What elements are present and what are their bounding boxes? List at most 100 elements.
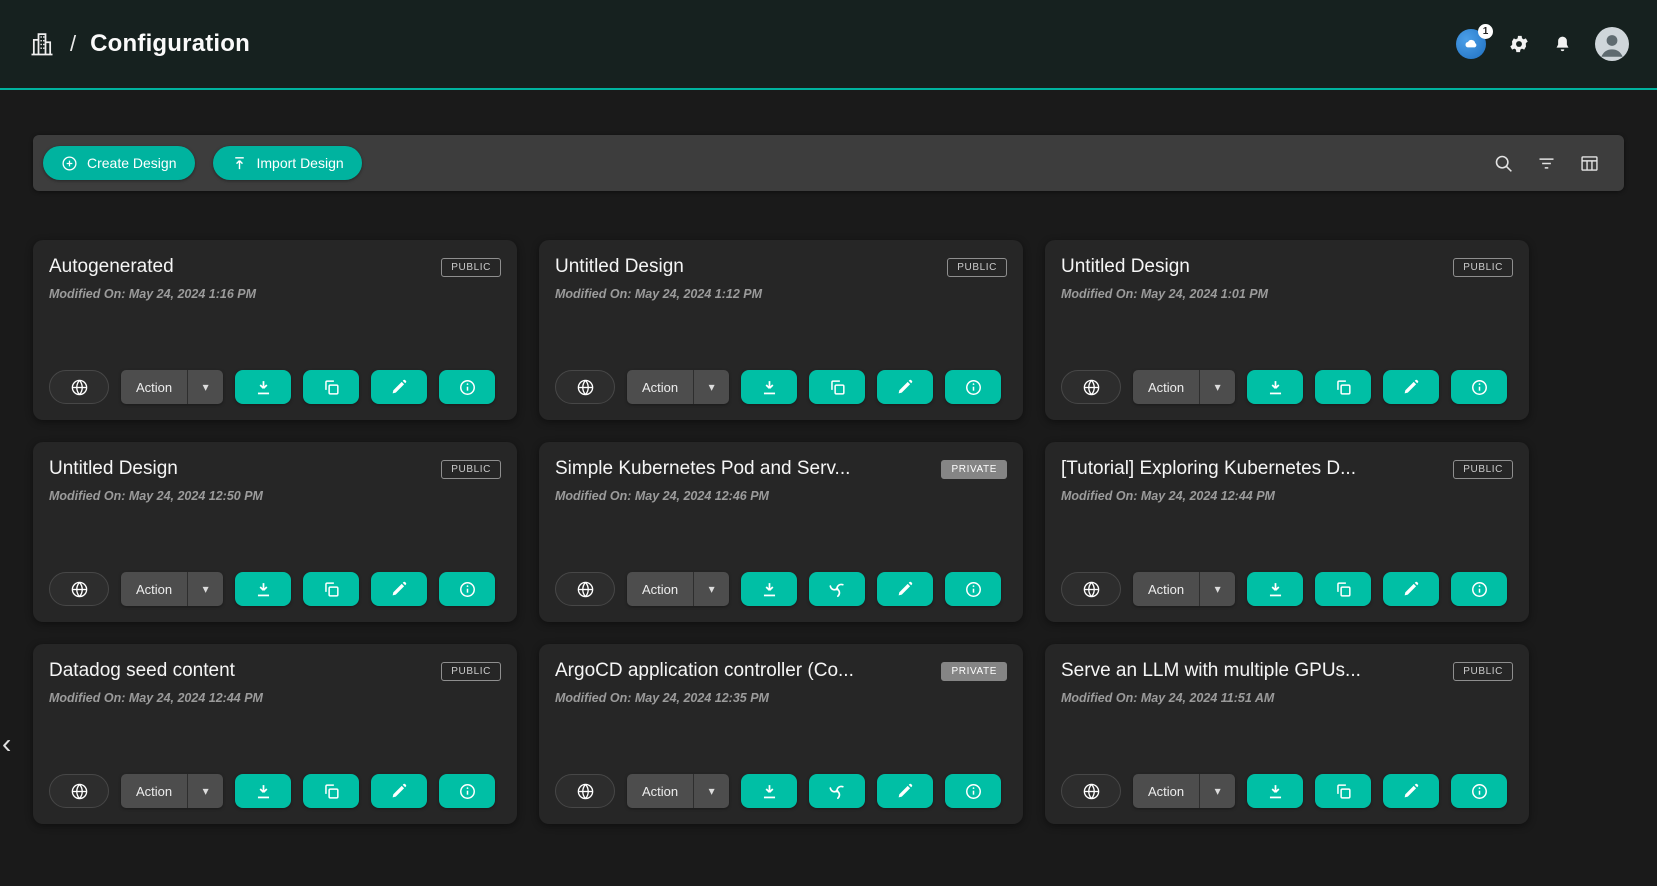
pencil-icon bbox=[896, 782, 914, 800]
action-split-button: Action ▾ bbox=[627, 370, 729, 404]
globe-icon bbox=[1082, 580, 1101, 599]
visibility-badge: PUBLIC bbox=[441, 258, 501, 277]
action-button[interactable]: Action bbox=[121, 774, 187, 808]
download-button[interactable] bbox=[1247, 370, 1303, 404]
clone-button[interactable] bbox=[303, 370, 359, 404]
notifications-bell-icon[interactable] bbox=[1552, 34, 1573, 55]
download-button[interactable] bbox=[235, 572, 291, 606]
visibility-globe-button[interactable] bbox=[555, 370, 615, 404]
upload-icon bbox=[231, 155, 248, 172]
organization-building-icon[interactable] bbox=[28, 30, 56, 58]
visibility-globe-button[interactable] bbox=[49, 572, 109, 606]
chevron-down-icon: ▾ bbox=[203, 784, 209, 798]
action-button[interactable]: Action bbox=[627, 572, 693, 606]
provider-icon[interactable]: 1 bbox=[1456, 29, 1486, 59]
action-button[interactable]: Action bbox=[1133, 774, 1199, 808]
info-button[interactable] bbox=[945, 774, 1001, 808]
search-icon[interactable] bbox=[1493, 153, 1514, 174]
info-button[interactable] bbox=[1451, 370, 1507, 404]
edit-button[interactable] bbox=[371, 572, 427, 606]
download-button[interactable] bbox=[741, 370, 797, 404]
download-button[interactable] bbox=[1247, 774, 1303, 808]
table-view-icon[interactable] bbox=[1579, 153, 1600, 174]
action-caret-button[interactable]: ▾ bbox=[187, 370, 223, 404]
visibility-globe-button[interactable] bbox=[555, 774, 615, 808]
visibility-globe-button[interactable] bbox=[1061, 774, 1121, 808]
action-button[interactable]: Action bbox=[1133, 370, 1199, 404]
modified-date: Modified On: May 24, 2024 1:12 PM bbox=[555, 287, 1007, 301]
download-button[interactable] bbox=[235, 774, 291, 808]
info-icon bbox=[458, 378, 477, 397]
clone-button[interactable] bbox=[809, 370, 865, 404]
clone-button[interactable] bbox=[303, 774, 359, 808]
visibility-badge: PUBLIC bbox=[1453, 662, 1513, 681]
edit-button[interactable] bbox=[877, 774, 933, 808]
action-button[interactable]: Action bbox=[627, 774, 693, 808]
visibility-badge: PUBLIC bbox=[441, 460, 501, 479]
action-caret-button[interactable]: ▾ bbox=[1199, 572, 1235, 606]
download-button[interactable] bbox=[741, 774, 797, 808]
action-button[interactable]: Action bbox=[121, 572, 187, 606]
clone-button[interactable] bbox=[1315, 370, 1371, 404]
visibility-badge: PUBLIC bbox=[947, 258, 1007, 277]
collapse-sidebar-icon[interactable]: ‹ bbox=[2, 730, 11, 758]
edit-button[interactable] bbox=[877, 572, 933, 606]
download-button[interactable] bbox=[235, 370, 291, 404]
action-caret-button[interactable]: ▾ bbox=[693, 572, 729, 606]
user-avatar[interactable] bbox=[1595, 27, 1629, 61]
card-header: Autogenerated PUBLIC bbox=[49, 256, 501, 278]
download-button[interactable] bbox=[1247, 572, 1303, 606]
edit-button[interactable] bbox=[1383, 774, 1439, 808]
clone-button[interactable] bbox=[809, 774, 865, 808]
action-button[interactable]: Action bbox=[121, 370, 187, 404]
filter-icon[interactable] bbox=[1536, 153, 1557, 174]
download-button[interactable] bbox=[741, 572, 797, 606]
design-title: Untitled Design bbox=[555, 256, 696, 278]
edit-button[interactable] bbox=[877, 370, 933, 404]
info-button[interactable] bbox=[439, 572, 495, 606]
action-caret-button[interactable]: ▾ bbox=[187, 572, 223, 606]
edit-button[interactable] bbox=[371, 774, 427, 808]
action-caret-button[interactable]: ▾ bbox=[1199, 774, 1235, 808]
pencil-icon bbox=[390, 782, 408, 800]
info-button[interactable] bbox=[439, 370, 495, 404]
pencil-icon bbox=[390, 580, 408, 598]
import-design-label: Import Design bbox=[257, 155, 344, 171]
edit-button[interactable] bbox=[371, 370, 427, 404]
clone-button[interactable] bbox=[303, 572, 359, 606]
visibility-globe-button[interactable] bbox=[49, 370, 109, 404]
visibility-globe-button[interactable] bbox=[1061, 370, 1121, 404]
info-button[interactable] bbox=[1451, 572, 1507, 606]
visibility-globe-button[interactable] bbox=[1061, 572, 1121, 606]
action-button[interactable]: Action bbox=[1133, 572, 1199, 606]
info-icon bbox=[964, 580, 983, 599]
clone-button[interactable] bbox=[809, 572, 865, 606]
info-button[interactable] bbox=[945, 370, 1001, 404]
settings-gear-icon[interactable] bbox=[1508, 33, 1530, 55]
chevron-down-icon: ▾ bbox=[1215, 784, 1221, 798]
import-design-button[interactable]: Import Design bbox=[213, 146, 362, 180]
create-design-button[interactable]: Create Design bbox=[43, 146, 195, 180]
action-caret-button[interactable]: ▾ bbox=[187, 774, 223, 808]
card-actions: Action ▾ bbox=[49, 774, 501, 808]
globe-icon bbox=[576, 782, 595, 801]
clone-button[interactable] bbox=[1315, 572, 1371, 606]
header-actions: 1 bbox=[1456, 27, 1629, 61]
action-caret-button[interactable]: ▾ bbox=[1199, 370, 1235, 404]
edit-button[interactable] bbox=[1383, 572, 1439, 606]
visibility-globe-button[interactable] bbox=[555, 572, 615, 606]
action-button[interactable]: Action bbox=[627, 370, 693, 404]
visibility-globe-button[interactable] bbox=[49, 774, 109, 808]
action-caret-button[interactable]: ▾ bbox=[693, 370, 729, 404]
clone-button[interactable] bbox=[1315, 774, 1371, 808]
edit-button[interactable] bbox=[1383, 370, 1439, 404]
globe-icon bbox=[576, 580, 595, 599]
download-icon bbox=[254, 580, 273, 599]
pencil-icon bbox=[1402, 378, 1420, 396]
info-button[interactable] bbox=[439, 774, 495, 808]
info-button[interactable] bbox=[945, 572, 1001, 606]
action-caret-button[interactable]: ▾ bbox=[693, 774, 729, 808]
card-actions: Action ▾ bbox=[555, 774, 1007, 808]
card-header: Simple Kubernetes Pod and Serv... PRIVAT… bbox=[555, 458, 1007, 480]
info-button[interactable] bbox=[1451, 774, 1507, 808]
